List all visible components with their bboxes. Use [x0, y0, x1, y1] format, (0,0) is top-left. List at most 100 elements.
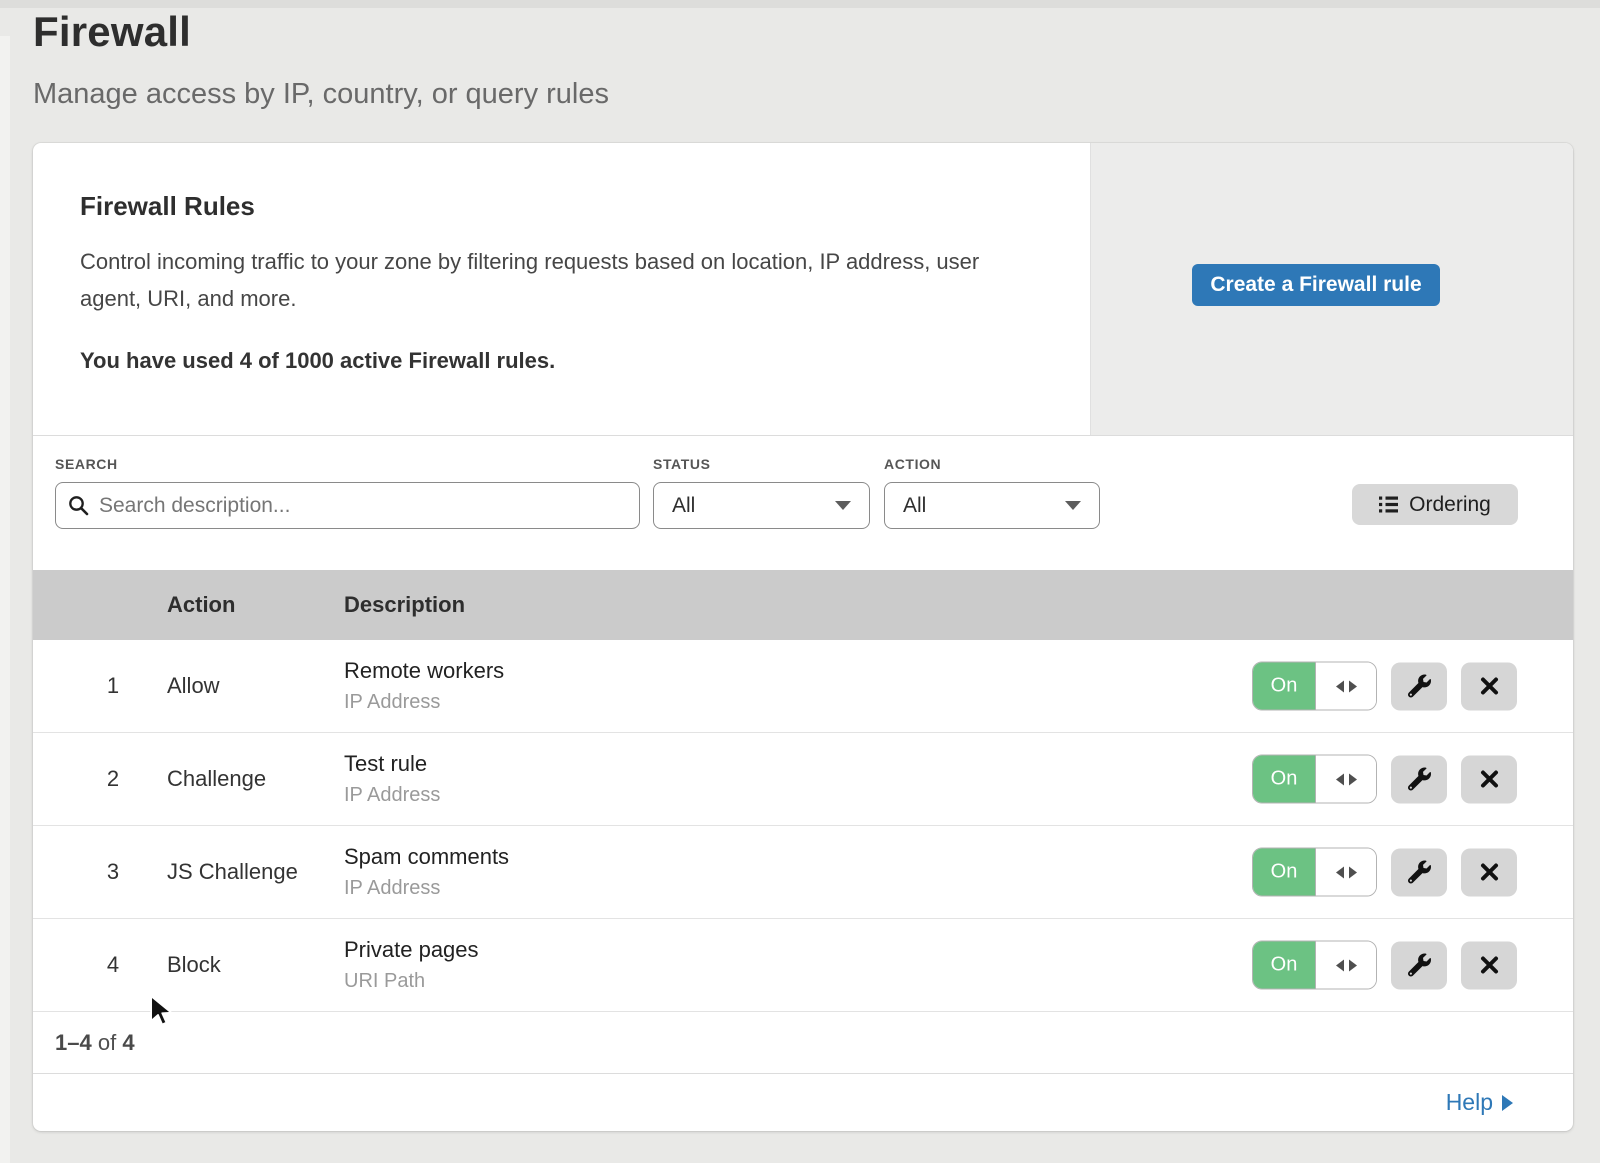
rule-enabled-toggle[interactable]: On: [1252, 941, 1377, 990]
wrench-icon: [1408, 675, 1431, 698]
arrow-right-icon: [1349, 773, 1357, 785]
rules-table-body: 1 Allow Remote workers IP Address On: [33, 640, 1573, 1012]
arrow-left-icon: [1336, 773, 1344, 785]
wrench-icon: [1408, 954, 1431, 977]
arrow-right-icon: [1349, 866, 1357, 878]
delete-rule-button[interactable]: [1461, 755, 1517, 803]
close-icon: [1480, 677, 1499, 696]
create-firewall-rule-button[interactable]: Create a Firewall rule: [1192, 264, 1440, 306]
page-subtitle: Manage access by IP, country, or query r…: [33, 78, 609, 111]
toggle-handle[interactable]: [1315, 756, 1376, 803]
action-select[interactable]: All: [884, 482, 1100, 529]
ordering-button[interactable]: Ordering: [1352, 484, 1518, 525]
ordering-button-label: Ordering: [1409, 493, 1491, 517]
status-label: STATUS: [653, 456, 711, 472]
card-heading: Firewall Rules: [80, 191, 255, 222]
rule-action: JS Challenge: [167, 859, 298, 885]
chevron-down-icon: [835, 501, 851, 510]
column-header-action: Action: [167, 570, 235, 640]
table-header: Action Description: [33, 570, 1573, 640]
rule-description-title: Test rule: [344, 751, 440, 777]
rule-action: Allow: [167, 673, 220, 699]
search-label: SEARCH: [55, 456, 118, 472]
arrow-left-icon: [1336, 866, 1344, 878]
rule-description-title: Remote workers: [344, 658, 504, 684]
delete-rule-button[interactable]: [1461, 662, 1517, 710]
rule-enabled-toggle[interactable]: On: [1252, 848, 1377, 897]
status-select-value: All: [672, 494, 695, 518]
toggle-handle[interactable]: [1315, 663, 1376, 710]
pagination-bar: 1–4 of 4: [33, 1012, 1573, 1074]
edit-rule-button[interactable]: [1391, 848, 1447, 896]
toggle-on-label: On: [1253, 849, 1315, 896]
arrow-left-icon: [1336, 680, 1344, 692]
rule-description: Spam comments IP Address: [344, 844, 509, 900]
rule-match-field: IP Address: [344, 784, 440, 807]
pagination-of-text: of: [98, 1030, 116, 1055]
help-bar: Help: [33, 1074, 1573, 1131]
toggle-on-label: On: [1253, 663, 1315, 710]
table-row: 2 Challenge Test rule IP Address On: [33, 733, 1573, 826]
table-row: 1 Allow Remote workers IP Address On: [33, 640, 1573, 733]
ordered-list-icon: [1379, 496, 1398, 513]
arrow-right-icon: [1349, 959, 1357, 971]
table-row: 4 Block Private pages URI Path On: [33, 919, 1573, 1012]
toggle-on-label: On: [1253, 942, 1315, 989]
edit-rule-button[interactable]: [1391, 941, 1447, 989]
edit-rule-button[interactable]: [1391, 662, 1447, 710]
rule-priority: 3: [93, 859, 133, 885]
toggle-handle[interactable]: [1315, 942, 1376, 989]
rule-enabled-toggle[interactable]: On: [1252, 662, 1377, 711]
table-row: 3 JS Challenge Spam comments IP Address …: [33, 826, 1573, 919]
delete-rule-button[interactable]: [1461, 848, 1517, 896]
search-box[interactable]: [55, 482, 640, 529]
status-select[interactable]: All: [653, 482, 870, 529]
window-top-edge: [0, 0, 1600, 8]
help-link[interactable]: Help: [1446, 1089, 1513, 1116]
delete-rule-button[interactable]: [1461, 941, 1517, 989]
pagination-range-start: 1–4: [55, 1030, 92, 1055]
firewall-rules-card: Firewall Rules Control incoming traffic …: [33, 143, 1573, 1131]
rule-description-title: Private pages: [344, 937, 479, 963]
column-header-description: Description: [344, 570, 465, 640]
pagination-range: 1–4 of 4: [55, 1012, 135, 1074]
rule-controls: On: [1252, 755, 1517, 804]
chevron-down-icon: [1065, 501, 1081, 510]
action-label: ACTION: [884, 456, 941, 472]
close-icon: [1480, 956, 1499, 975]
close-icon: [1480, 863, 1499, 882]
arrow-left-icon: [1336, 959, 1344, 971]
page-title: Firewall: [33, 8, 191, 56]
pagination-total: 4: [122, 1030, 134, 1055]
close-icon: [1480, 770, 1499, 789]
rule-action: Challenge: [167, 766, 266, 792]
rule-controls: On: [1252, 662, 1517, 711]
help-link-label: Help: [1446, 1089, 1493, 1116]
rule-action: Block: [167, 952, 221, 978]
edit-rule-button[interactable]: [1391, 755, 1447, 803]
card-intro-section: Firewall Rules Control incoming traffic …: [33, 143, 1573, 436]
search-icon: [68, 495, 89, 516]
window-left-edge: [0, 36, 10, 1163]
rule-description: Test rule IP Address: [344, 751, 440, 807]
action-select-value: All: [903, 494, 926, 518]
rule-enabled-toggle[interactable]: On: [1252, 755, 1377, 804]
rule-priority: 2: [93, 766, 133, 792]
rule-controls: On: [1252, 848, 1517, 897]
rule-description: Private pages URI Path: [344, 937, 479, 993]
rule-description: Remote workers IP Address: [344, 658, 504, 714]
card-description: Control incoming traffic to your zone by…: [80, 243, 1035, 317]
toggle-on-label: On: [1253, 756, 1315, 803]
rule-match-field: IP Address: [344, 691, 504, 714]
rule-match-field: IP Address: [344, 877, 509, 900]
arrow-right-icon: [1502, 1095, 1513, 1111]
filters-bar: SEARCH STATUS All ACTION All: [33, 436, 1573, 570]
toggle-handle[interactable]: [1315, 849, 1376, 896]
rule-match-field: URI Path: [344, 970, 479, 993]
search-input[interactable]: [99, 494, 627, 518]
wrench-icon: [1408, 861, 1431, 884]
wrench-icon: [1408, 768, 1431, 791]
rule-priority: 1: [93, 673, 133, 699]
rule-priority: 4: [93, 952, 133, 978]
arrow-right-icon: [1349, 680, 1357, 692]
